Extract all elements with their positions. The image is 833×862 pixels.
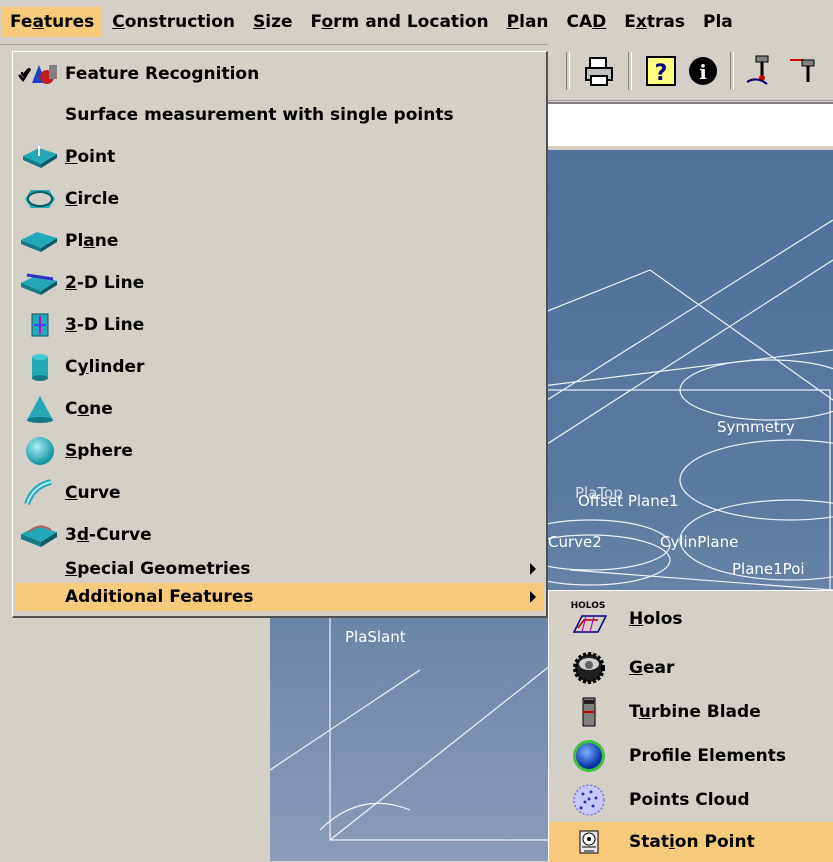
submenu-item-label: Profile Elements xyxy=(629,746,786,766)
toolbar-separator xyxy=(566,52,570,90)
submenu-item-holos[interactable]: HOLOS Holos xyxy=(549,594,833,644)
submenu-item-points-cloud[interactable]: Points Cloud xyxy=(549,778,833,822)
menu-item-special-geometries[interactable]: Special Geometries xyxy=(15,556,544,582)
cad-label-symmetry: Symmetry xyxy=(717,418,795,436)
submenu-item-label: Gear xyxy=(629,658,675,678)
menu-item-feature-recognition[interactable]: Feature Recognition ✔ xyxy=(15,53,544,95)
menu-item-label: Surface measurement with single points xyxy=(65,105,454,125)
printer-icon[interactable] xyxy=(582,54,616,88)
cad-label-platop: PlaTop xyxy=(575,484,623,502)
menu-item-label: Special Geometries xyxy=(65,559,251,579)
curve-icon xyxy=(15,472,63,514)
menu-size[interactable]: Size xyxy=(245,7,301,37)
profile-elements-icon xyxy=(549,734,629,778)
menu-item-plane[interactable]: Plane xyxy=(15,220,544,262)
circle-icon xyxy=(15,178,63,220)
menu-item-cylinder[interactable]: Cylinder xyxy=(15,346,544,388)
plane-icon xyxy=(15,220,63,262)
menu-cad[interactable]: CAD xyxy=(559,7,615,37)
menu-item-label: Point xyxy=(65,147,116,167)
submenu-item-label: Points Cloud xyxy=(629,790,750,810)
checkmark-icon: ✔ xyxy=(19,63,33,82)
menu-construction[interactable]: Construction xyxy=(104,7,243,37)
submenu-item-label: Holos xyxy=(629,609,683,629)
menu-item-label: Cone xyxy=(65,399,113,419)
menu-plan[interactable]: Plan xyxy=(499,7,557,37)
menu-item-3d-line[interactable]: 3-D Line xyxy=(15,304,544,346)
menu-extras[interactable]: Extras xyxy=(616,7,693,37)
additional-features-submenu: HOLOS Holos Gear Turbine Blade Profile E… xyxy=(548,590,833,862)
info-icon[interactable]: i xyxy=(686,54,720,88)
menu-item-sphere[interactable]: Sphere xyxy=(15,430,544,472)
probe-move-icon[interactable] xyxy=(786,54,820,88)
menu-item-circle[interactable]: Circle xyxy=(15,178,544,220)
cad-label-plaslant: PlaSlant xyxy=(345,628,406,646)
menu-item-2d-line[interactable]: 2-D Line xyxy=(15,262,544,304)
svg-text:HOLOS: HOLOS xyxy=(571,601,606,611)
menu-item-label: Sphere xyxy=(65,441,133,461)
toolbar-separator xyxy=(730,52,734,90)
menu-item-point[interactable]: Point xyxy=(15,136,544,178)
menu-item-label: Additional Features xyxy=(65,587,254,607)
menu-item-additional-features[interactable]: Additional Features xyxy=(15,583,544,611)
holos-icon: HOLOS xyxy=(549,594,629,644)
cad-label-curve2: Curve2 xyxy=(548,533,602,551)
3d-line-icon xyxy=(15,304,63,346)
3d-curve-icon xyxy=(15,514,63,556)
menu-pla[interactable]: Pla xyxy=(695,7,741,37)
svg-text:?: ? xyxy=(655,61,668,86)
menu-item-label: Circle xyxy=(65,189,120,209)
address-field[interactable] xyxy=(548,102,833,146)
submenu-item-turbine-blade[interactable]: Turbine Blade xyxy=(549,690,833,734)
submenu-arrow-icon xyxy=(530,591,536,603)
cylinder-icon xyxy=(15,346,63,388)
menu-form-location[interactable]: Form and Location xyxy=(303,7,497,37)
toolbar: ? i xyxy=(548,44,833,101)
menu-item-surface-measurement[interactable]: Surface measurement with single points xyxy=(15,94,544,136)
menu-item-label: 3d-Curve xyxy=(65,525,152,545)
point-icon xyxy=(15,136,63,178)
submenu-item-label: Turbine Blade xyxy=(629,702,761,722)
toolbar-separator xyxy=(628,52,632,90)
station-point-icon xyxy=(549,822,629,862)
submenu-item-label: Station Point xyxy=(629,832,755,852)
features-menu: Feature Recognition ✔ Surface measuremen… xyxy=(12,51,548,618)
svg-text:i: i xyxy=(699,60,707,84)
2d-line-icon xyxy=(15,262,63,304)
points-cloud-icon xyxy=(549,778,629,822)
menu-item-cone[interactable]: Cone xyxy=(15,388,544,430)
menu-item-curve[interactable]: Curve xyxy=(15,472,544,514)
menu-item-label: Curve xyxy=(65,483,121,503)
cone-icon xyxy=(15,388,63,430)
menu-item-label: Cylinder xyxy=(65,357,145,377)
probe-icon[interactable] xyxy=(744,54,778,88)
menu-features[interactable]: Features xyxy=(2,7,103,37)
help-icon[interactable]: ? xyxy=(644,54,678,88)
menu-item-label: 3-D Line xyxy=(65,315,145,335)
cad-label-cylinplane: CylinPlane xyxy=(660,533,739,551)
menu-item-label: Feature Recognition xyxy=(65,64,260,84)
submenu-item-gear[interactable]: Gear xyxy=(549,646,833,690)
submenu-item-station-point[interactable]: Station Point xyxy=(549,822,833,862)
turbine-blade-icon xyxy=(549,690,629,734)
left-panel xyxy=(0,620,270,861)
submenu-item-profile-elements[interactable]: Profile Elements xyxy=(549,734,833,778)
menu-bar: Features Construction Size Form and Loca… xyxy=(0,0,833,45)
menu-item-label: 2-D Line xyxy=(65,273,145,293)
menu-item-3d-curve[interactable]: 3d-Curve xyxy=(15,514,544,556)
submenu-arrow-icon xyxy=(530,563,536,575)
sphere-icon xyxy=(15,430,63,472)
menu-item-label: Plane xyxy=(65,231,119,251)
gear-icon xyxy=(549,646,629,690)
cad-label-plane1poi: Plane1Poi xyxy=(732,560,805,578)
